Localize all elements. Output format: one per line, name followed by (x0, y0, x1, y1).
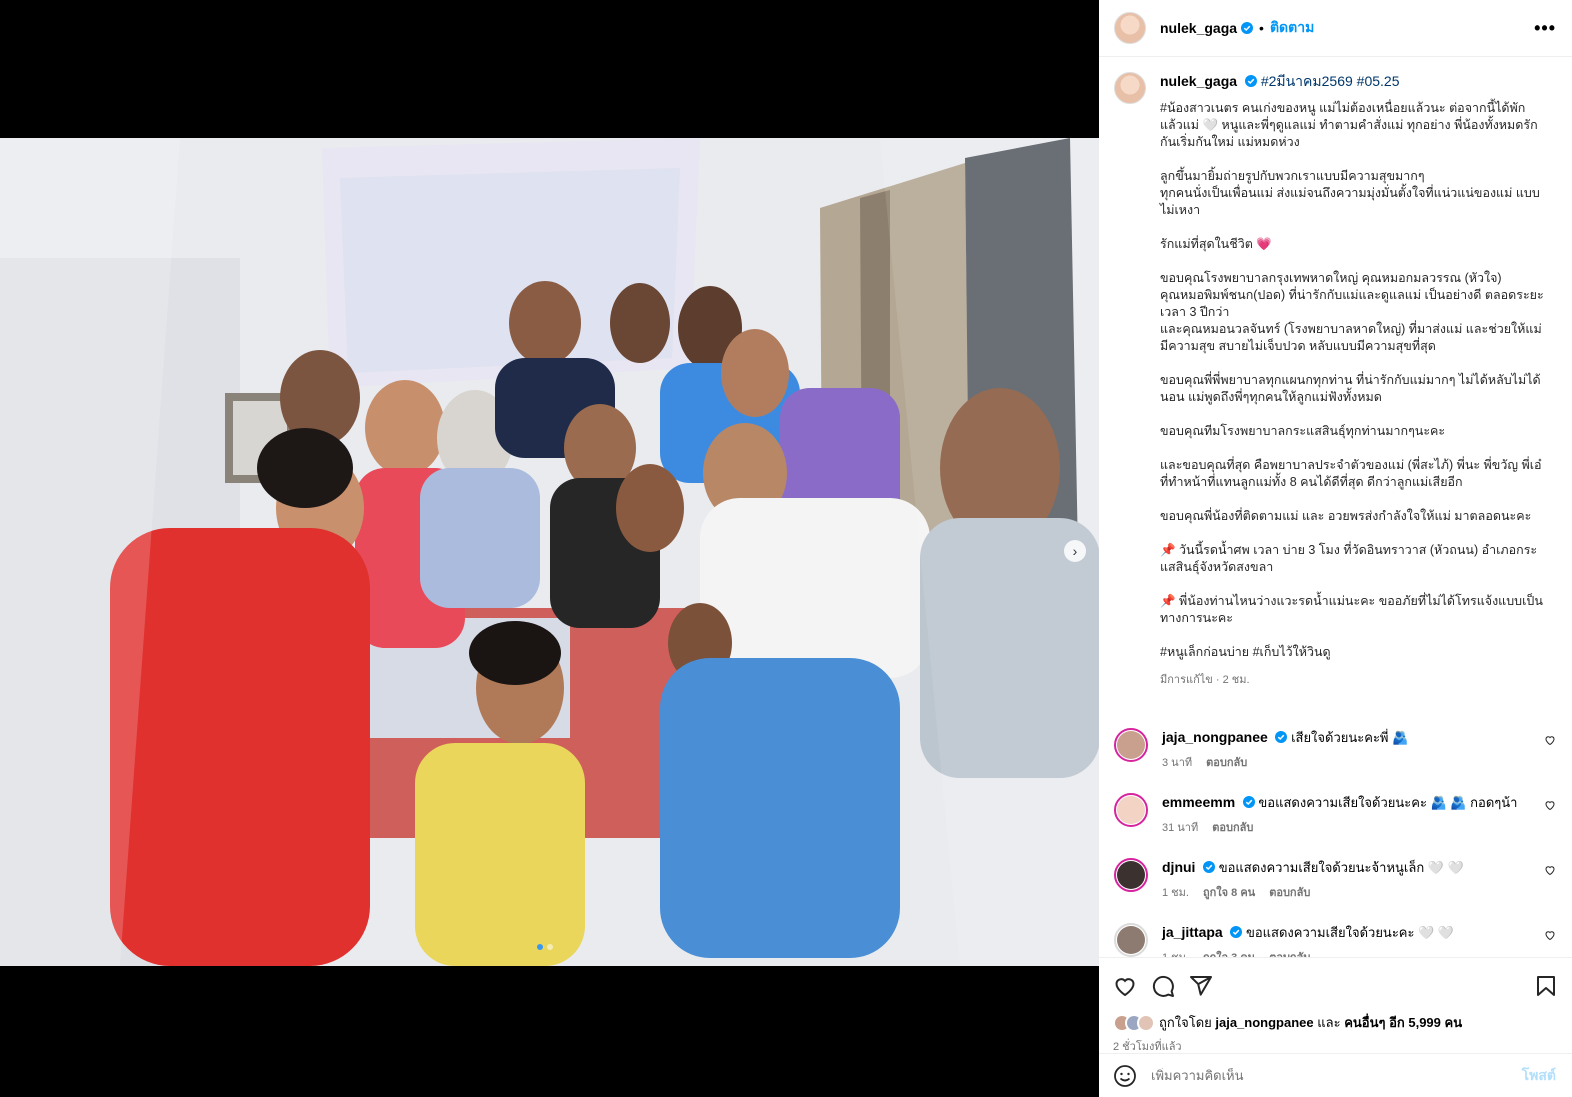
comment-item: emmeemm ขอแสดงความเสียใจด้วยนะคะ 🫂 🫂 กอด… (1114, 793, 1556, 836)
share-icon[interactable] (1189, 974, 1213, 998)
comment-item: jaja_nongpanee เสียใจด้วยนะคะพี่ 🫂 3 นาท… (1114, 728, 1556, 771)
reply-button[interactable]: ตอบกลับ (1212, 818, 1253, 836)
comment-avatar[interactable] (1114, 923, 1148, 957)
follow-button[interactable]: ติดตาม (1270, 17, 1314, 39)
likes-prefix: ถูกใจโดย (1159, 1015, 1212, 1030)
caption-paragraph: ขอบคุณทีมโรงพยาบาลกระแสสินธุ์ทุกท่านมากๆ… (1160, 424, 1446, 438)
post-comment-button[interactable]: โพสต์ (1522, 1065, 1556, 1087)
comment-username[interactable]: djnui (1162, 859, 1195, 875)
caption-paragraph: รักแม่ที่สุดในชีวิต 💗 (1160, 237, 1272, 251)
carousel-dots (537, 944, 553, 950)
caption-meta: มีการแก้ไข · 2 ชม. (1160, 674, 1250, 686)
post-side-panel: nulek_gaga • ติดตาม ••• nulek_gaga #2มีน… (1099, 0, 1572, 1097)
author-avatar[interactable] (1114, 12, 1146, 44)
comment-text: ขอแสดงความเสียใจด้วยนะคะ 🤍 🤍 (1245, 925, 1455, 940)
likes-text[interactable]: ถูกใจโดย jaja_nongpanee และ คนอื่นๆ อีก … (1159, 1012, 1462, 1033)
caption-paragraph: ขอบคุณพี่พี่พยาบาลทุกแผนกทุกท่าน ที่น่าร… (1160, 373, 1541, 404)
likes-summary: ถูกใจโดย jaja_nongpanee และ คนอื่นๆ อีก … (1113, 1012, 1558, 1033)
comment-body: jaja_nongpanee เสียใจด้วยนะคะพี่ 🫂 3 นาท… (1162, 728, 1532, 771)
likes-middle: และ (1317, 1015, 1341, 1030)
more-icon[interactable]: ••• (1534, 19, 1556, 37)
comment-item: djnui ขอแสดงความเสียใจด้วยนะจ้าหนูเล็ก 🤍… (1114, 858, 1556, 901)
caption-paragraph: ขอบคุณพี่น้องที่ติดตามแม่ และ อวยพรส่งกำ… (1160, 509, 1532, 523)
carousel-dot-active (537, 944, 543, 950)
caption-paragraph: 📌 วันนี้รดน้ำศพ เวลา บ่าย 3 โมง ที่วัดอิ… (1160, 543, 1538, 574)
caption-date-tags[interactable]: #2มีนาคม2569 #05.25 (1261, 73, 1400, 89)
heart-icon[interactable] (1544, 864, 1556, 876)
action-icons (1113, 966, 1558, 1006)
emoji-icon[interactable] (1113, 1064, 1137, 1088)
caption-paragraph: และขอบคุณที่สุด คือพยาบาลประจำตัวของแม่ … (1160, 458, 1545, 489)
comment-body: djnui ขอแสดงความเสียใจด้วยนะจ้าหนูเล็ก 🤍… (1162, 858, 1532, 901)
heart-icon[interactable] (1113, 974, 1137, 998)
header-separator: • (1259, 20, 1264, 36)
verified-icon (1242, 796, 1255, 808)
comment-avatar[interactable] (1114, 858, 1148, 892)
comment-item: ja_jittapa ขอแสดงความเสียใจด้วยนะคะ 🤍 🤍 … (1114, 923, 1556, 958)
verified-icon (1275, 731, 1288, 743)
caption-paragraph: ขอบคุณโรงพยาบาลกรุงเทพหาดใหญ่ คุณหมอกมลว… (1160, 271, 1544, 353)
photo-illustration (0, 138, 1099, 966)
likes-others[interactable]: คนอื่นๆ อีก 5,999 คน (1344, 1015, 1462, 1030)
reply-button[interactable]: ตอบกลับ (1206, 753, 1247, 771)
heart-icon[interactable] (1544, 734, 1556, 746)
comment-time: 1 ชม. (1162, 887, 1189, 899)
comments-scroll-area[interactable]: nulek_gaga #2มีนาคม2569 #05.25 #น้องสาวเ… (1099, 58, 1572, 958)
verified-icon (1203, 861, 1216, 873)
comment-avatar[interactable] (1114, 728, 1148, 762)
verified-icon (1241, 22, 1254, 34)
comment-username[interactable]: emmeemm (1162, 794, 1235, 810)
next-slide-button[interactable]: › (1064, 540, 1086, 562)
caption-paragraph: #น้องสาวเนตร คนเก่งของหนู แม่ไม่ต้องเหนื… (1160, 101, 1538, 149)
caption-hashtags[interactable]: #หนูเล็กก่อนบ่าย #เก็บไว้ให้วินดู (1160, 644, 1548, 661)
instagram-post-modal: › nulek_gaga • ติดตาม ••• nulek_gaga #2ม… (0, 0, 1572, 1097)
caption-paragraph: ลูกขึ้นมายิ้มถ่ายรูปกับพวกเราแบบมีความสุ… (1160, 169, 1540, 217)
verified-icon (1244, 75, 1257, 87)
comment-time: 31 นาที (1162, 822, 1199, 834)
carousel-dot (547, 944, 553, 950)
caption-avatar[interactable] (1114, 72, 1146, 104)
comment-username[interactable]: jaja_nongpanee (1162, 729, 1268, 745)
bookmark-icon[interactable] (1534, 974, 1558, 998)
author-username[interactable]: nulek_gaga (1160, 20, 1237, 36)
comment-text: เสียใจด้วยนะคะพี่ 🫂 (1291, 730, 1409, 745)
caption-header: nulek_gaga #2มีนาคม2569 #05.25 (1160, 72, 1548, 90)
media-pane: › (0, 0, 1099, 1097)
liker-avatar (1137, 1013, 1155, 1032)
caption-username[interactable]: nulek_gaga (1160, 73, 1237, 89)
action-bar: ถูกใจโดย jaja_nongpanee และ คนอื่นๆ อีก … (1099, 957, 1572, 1055)
post-photo[interactable] (0, 138, 1099, 966)
verified-icon (1230, 926, 1243, 938)
comment-likes[interactable]: ถูกใจ 8 คน (1203, 883, 1255, 901)
reply-button[interactable]: ตอบกลับ (1269, 883, 1310, 901)
caption: nulek_gaga #2มีนาคม2569 #05.25 #น้องสาวเ… (1114, 72, 1556, 688)
post-header: nulek_gaga • ติดตาม ••• (1099, 0, 1572, 57)
comment-text: ขอแสดงความเสียใจด้วยนะคะ 🫂 🫂 กอดๆน้า (1258, 795, 1518, 810)
heart-icon[interactable] (1544, 929, 1556, 941)
comment-text: ขอแสดงความเสียใจด้วยนะจ้าหนูเล็ก 🤍 🤍 (1218, 860, 1464, 875)
comment-body: ja_jittapa ขอแสดงความเสียใจด้วยนะคะ 🤍 🤍 … (1162, 923, 1532, 958)
comment-input[interactable] (1151, 1068, 1522, 1083)
comment-time: 3 นาที (1162, 757, 1193, 769)
heart-icon[interactable] (1544, 799, 1556, 811)
comment-avatar[interactable] (1114, 793, 1148, 827)
add-comment-bar: โพสต์ (1099, 1053, 1572, 1097)
liker-avatars (1113, 1013, 1155, 1032)
caption-paragraph: 📌 พี่น้องท่านไหนว่างแวะรดน้ำแม่นะคะ ขออภ… (1160, 594, 1543, 625)
comment-username[interactable]: ja_jittapa (1162, 924, 1223, 940)
comment-icon[interactable] (1151, 974, 1175, 998)
caption-body: nulek_gaga #2มีนาคม2569 #05.25 #น้องสาวเ… (1160, 72, 1548, 688)
comment-body: emmeemm ขอแสดงความเสียใจด้วยนะคะ 🫂 🫂 กอด… (1162, 793, 1532, 836)
likes-user[interactable]: jaja_nongpanee (1215, 1015, 1313, 1030)
chevron-right-icon: › (1072, 543, 1078, 559)
